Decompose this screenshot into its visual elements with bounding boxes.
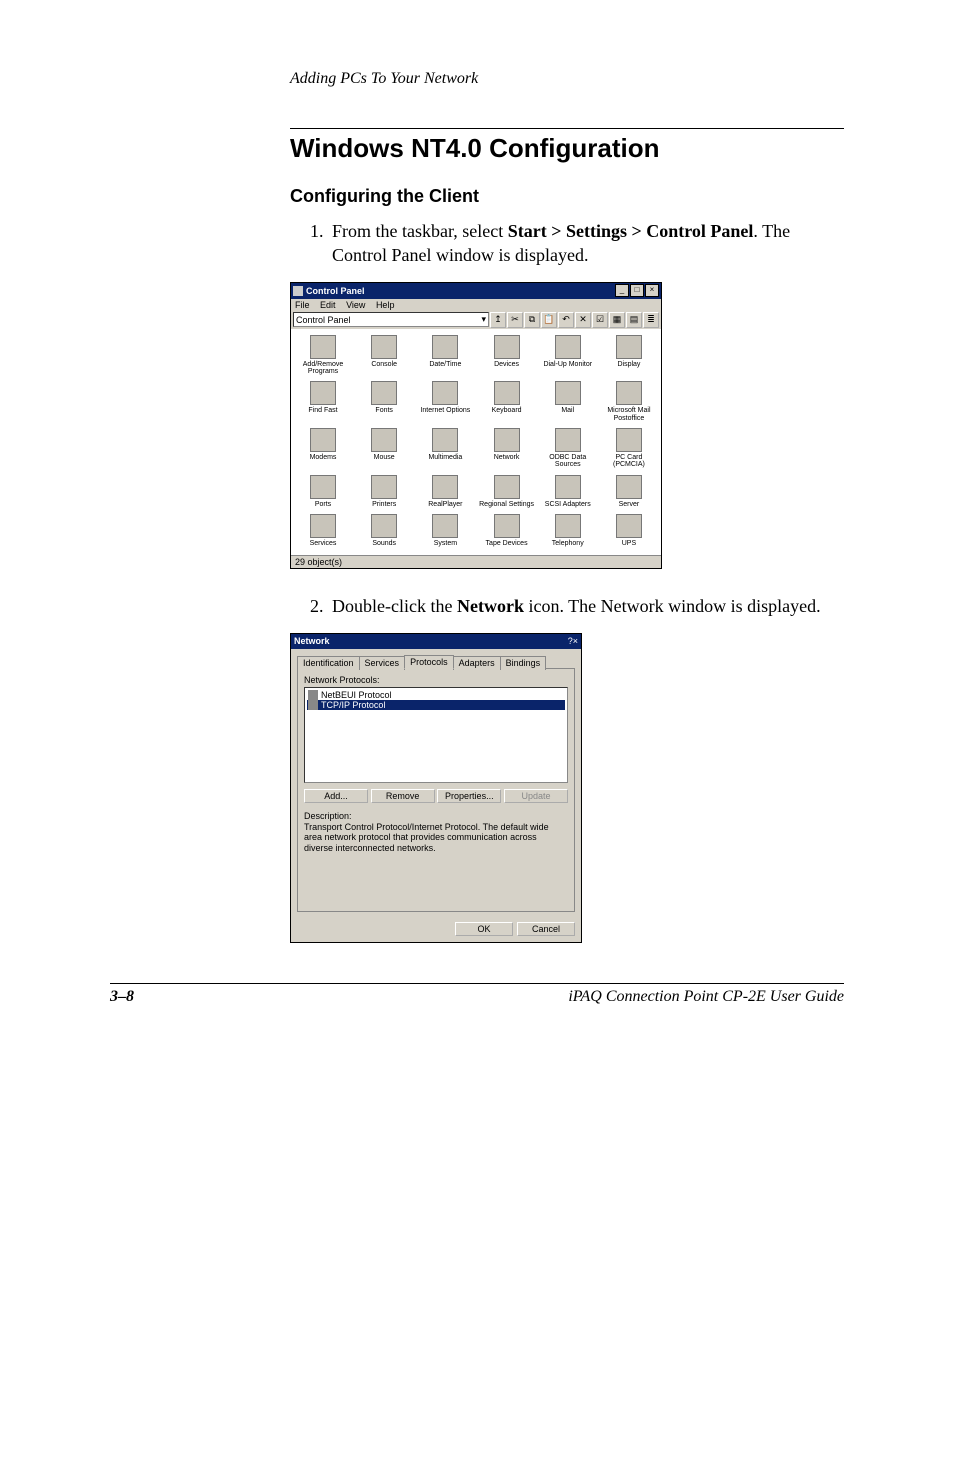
network-title: Network <box>294 636 568 646</box>
address-text: Control Panel <box>296 315 351 325</box>
cp-icon-server[interactable]: Server <box>601 475 657 508</box>
tab-protocols[interactable]: Protocols <box>404 655 454 669</box>
cp-icon-keyboard[interactable]: Keyboard <box>479 381 535 422</box>
control-panel-body: Add/Remove Programs Console Date/Time De… <box>291 329 661 556</box>
cp-icon-dialup-monitor[interactable]: Dial-Up Monitor <box>540 335 596 376</box>
tab-identification[interactable]: Identification <box>297 656 360 670</box>
cp-icon-telephony[interactable]: Telephony <box>540 514 596 547</box>
cp-icon-system[interactable]: System <box>417 514 473 547</box>
cancel-button[interactable]: Cancel <box>517 922 575 936</box>
cp-icon-add-remove-programs[interactable]: Add/Remove Programs <box>295 335 351 376</box>
cp-icon-date-time[interactable]: Date/Time <box>417 335 473 376</box>
protocols-label: Network Protocols: <box>304 675 568 685</box>
cp-icon-network[interactable]: Network <box>479 428 535 469</box>
toolbar: Control Panel ▾ ↥ ✂ ⧉ 📋 ↶ ✕ ☑ ▦ ▤ ≣ <box>291 311 661 329</box>
description-text: Transport Control Protocol/Internet Prot… <box>304 821 568 867</box>
step-1-bold: Start > Settings > Control Panel <box>508 221 754 241</box>
protocols-panel: Network Protocols: NetBEUI Protocol TCP/… <box>297 668 575 912</box>
cp-icon-mail[interactable]: Mail <box>540 381 596 422</box>
menu-view[interactable]: View <box>346 300 365 310</box>
cp-icon-console[interactable]: Console <box>356 335 412 376</box>
menu-file[interactable]: File <box>295 300 310 310</box>
description-label: Description: <box>304 811 568 821</box>
cp-icon-multimedia[interactable]: Multimedia <box>417 428 473 469</box>
cp-icon-realplayer[interactable]: RealPlayer <box>417 475 473 508</box>
maximize-button[interactable]: □ <box>630 284 644 297</box>
step-2-pre: Double-click the <box>332 596 457 616</box>
cp-icon-odbc[interactable]: ODBC Data Sources <box>540 428 596 469</box>
protocol-icon <box>308 690 318 700</box>
header-rule <box>290 128 844 129</box>
network-titlebar: Network ? × <box>291 634 581 649</box>
step-1-pre: From the taskbar, select <box>332 221 508 241</box>
subsection-title: Configuring the Client <box>110 186 844 207</box>
close-button[interactable]: × <box>645 284 659 297</box>
cp-icon-ms-mail-postoffice[interactable]: Microsoft Mail Postoffice <box>601 381 657 422</box>
cp-icon-tape-devices[interactable]: Tape Devices <box>479 514 535 547</box>
step-2: Double-click the Network icon. The Netwo… <box>310 594 844 618</box>
tab-bindings[interactable]: Bindings <box>500 656 547 670</box>
status-bar: 29 object(s) <box>291 555 661 568</box>
list-item-tcpip[interactable]: TCP/IP Protocol <box>307 700 565 710</box>
network-window: Network ? × Identification Services Prot… <box>290 633 582 943</box>
properties-button[interactable]: Properties... <box>437 789 501 803</box>
cp-icon-regional-settings[interactable]: Regional Settings <box>479 475 535 508</box>
address-bar[interactable]: Control Panel ▾ <box>293 312 489 327</box>
menu-help[interactable]: Help <box>376 300 395 310</box>
menubar: File Edit View Help <box>291 299 661 311</box>
section-title: Windows NT4.0 Configuration <box>110 133 844 164</box>
cp-icon-printers[interactable]: Printers <box>356 475 412 508</box>
close-button[interactable]: × <box>573 636 578 646</box>
page-number: 3–8 <box>110 988 134 1006</box>
add-button[interactable]: Add... <box>304 789 368 803</box>
step-2-post: icon. The Network window is displayed. <box>524 596 821 616</box>
cp-icon-display[interactable]: Display <box>601 335 657 376</box>
window-title: Control Panel <box>306 286 614 296</box>
cp-icon-services[interactable]: Services <box>295 514 351 547</box>
update-button: Update <box>504 789 568 803</box>
cp-icon-mouse[interactable]: Mouse <box>356 428 412 469</box>
delete-button[interactable]: ✕ <box>575 312 591 328</box>
protocol-icon <box>308 700 318 710</box>
tabs: Identification Services Protocols Adapte… <box>297 655 575 669</box>
footer-rule <box>110 983 844 984</box>
minimize-button[interactable]: _ <box>615 284 629 297</box>
cp-icon-internet-options[interactable]: Internet Options <box>417 381 473 422</box>
ok-button[interactable]: OK <box>455 922 513 936</box>
cp-icon-sounds[interactable]: Sounds <box>356 514 412 547</box>
tab-adapters[interactable]: Adapters <box>453 656 501 670</box>
undo-button[interactable]: ↶ <box>558 312 574 328</box>
cut-button[interactable]: ✂ <box>507 312 523 328</box>
running-header: Adding PCs To Your Network <box>290 70 844 88</box>
cp-icon-modems[interactable]: Modems <box>295 428 351 469</box>
titlebar: Control Panel _ □ × <box>291 283 661 299</box>
cp-icon-devices[interactable]: Devices <box>479 335 535 376</box>
cp-icon-scsi-adapters[interactable]: SCSI Adapters <box>540 475 596 508</box>
menu-edit[interactable]: Edit <box>320 300 336 310</box>
view-small-button[interactable]: ▤ <box>626 312 642 328</box>
tab-services[interactable]: Services <box>359 656 406 670</box>
cp-icon-pc-card[interactable]: PC Card (PCMCIA) <box>601 428 657 469</box>
paste-button[interactable]: 📋 <box>541 312 557 328</box>
figure-network-dialog: Network ? × Identification Services Prot… <box>290 633 844 943</box>
view-large-button[interactable]: ▦ <box>609 312 625 328</box>
remove-button[interactable]: Remove <box>371 789 435 803</box>
window-icon <box>293 286 303 296</box>
cp-icon-fonts[interactable]: Fonts <box>356 381 412 422</box>
view-list-button[interactable]: ≣ <box>643 312 659 328</box>
footer-guide: iPAQ Connection Point CP-2E User Guide <box>568 988 844 1006</box>
footer: 3–8 iPAQ Connection Point CP-2E User Gui… <box>110 988 844 1006</box>
cp-icon-find-fast[interactable]: Find Fast <box>295 381 351 422</box>
list-item-netbeui[interactable]: NetBEUI Protocol <box>307 690 565 700</box>
figure-control-panel: Control Panel _ □ × File Edit View Help … <box>290 282 844 570</box>
control-panel-window: Control Panel _ □ × File Edit View Help … <box>290 282 662 570</box>
protocols-list[interactable]: NetBEUI Protocol TCP/IP Protocol <box>304 687 568 783</box>
cp-icon-ports[interactable]: Ports <box>295 475 351 508</box>
cp-icon-ups[interactable]: UPS <box>601 514 657 547</box>
properties-button[interactable]: ☑ <box>592 312 608 328</box>
step-2-bold: Network <box>457 596 524 616</box>
up-button[interactable]: ↥ <box>490 312 506 328</box>
copy-button[interactable]: ⧉ <box>524 312 540 328</box>
step-1: From the taskbar, select Start > Setting… <box>310 219 844 268</box>
